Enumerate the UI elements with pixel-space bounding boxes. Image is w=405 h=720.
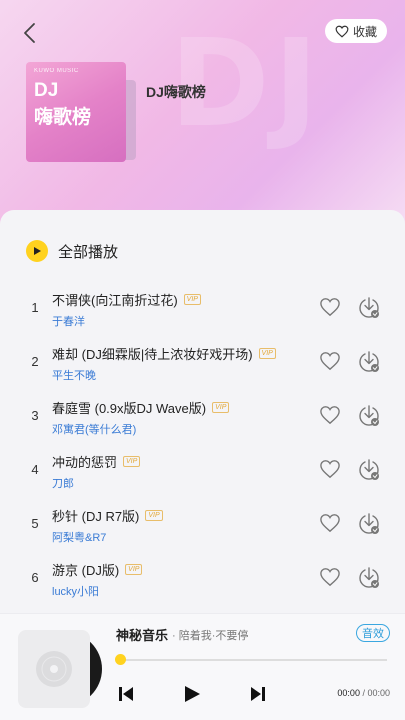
play-icon [185,686,200,702]
cover-title-line2: 嗨歌榜 [34,107,92,128]
play-button[interactable] [182,684,202,704]
vip-badge: VIP [125,564,143,575]
playback-time: 00:00 / 00:00 [337,688,390,698]
song-index: 6 [31,570,39,585]
song-title-row: 游京 (DJ版) VIP [52,560,143,579]
heart-icon [320,406,340,425]
chevron-left-icon [24,23,35,43]
download-button[interactable] [358,350,380,374]
song-title: 秒针 (DJ R7版) [52,509,140,524]
vip-badge: VIP [183,294,201,305]
song-row[interactable]: 2 难却 (DJ细霖版|待上浓妆好戏开场) VIP 平生不晚 [0,336,405,390]
play-circle-icon [26,240,48,262]
skip-previous-icon [119,687,133,701]
song-title-row: 难却 (DJ细霖版|待上浓妆好戏开场) VIP [52,344,276,363]
song-index: 1 [31,300,39,315]
song-artist[interactable]: 阿梨粤&R7 [52,529,106,545]
download-vip-icon [359,567,379,588]
album-art-placeholder [18,630,90,708]
song-title-row: 冲动的惩罚 VIP [52,452,141,471]
song-index: 4 [31,462,39,477]
cover-title-line1: DJ [34,80,59,101]
like-button[interactable] [319,567,341,589]
download-vip-icon [359,459,379,480]
song-row[interactable]: 5 秒针 (DJ R7版) VIP 阿梨粤&R7 [0,498,405,552]
like-button[interactable] [319,297,341,319]
favorite-button[interactable]: 收藏 [324,19,387,43]
vip-badge: VIP [212,402,230,413]
download-vip-icon [359,405,379,426]
download-button[interactable] [358,566,380,590]
song-row[interactable]: 3 春庭雪 (0.9x版DJ Wave版) VIP 邓寓君(等什么君) [0,390,405,444]
song-row[interactable]: 4 冲动的惩罚 VIP 刀郎 [0,444,405,498]
download-button[interactable] [358,296,380,320]
vip-badge: VIP [145,510,163,521]
play-all-label: 全部播放 [58,243,119,261]
like-button[interactable] [319,513,341,535]
like-button[interactable] [319,405,341,427]
now-playing-title: 神秘音乐 [116,628,169,643]
download-vip-icon [359,297,379,318]
song-title: 难却 (DJ细霖版|待上浓妆好戏开场) [52,347,253,362]
now-playing-artist: · 陪着我·不要停 [172,630,249,642]
song-index: 2 [31,354,39,369]
progress-handle[interactable] [115,654,126,665]
song-artist[interactable]: 平生不晚 [52,367,96,383]
download-vip-icon [359,351,379,372]
next-button[interactable] [248,684,268,704]
song-artist[interactable]: 刀郎 [52,475,74,491]
back-button[interactable] [14,18,44,48]
song-title: 春庭雪 (0.9x版DJ Wave版) [52,401,207,416]
song-row[interactable]: 1 不谓侠(向江南折过花) VIP 于春洋 [0,282,405,336]
disc-icon [36,651,72,687]
progress-bar[interactable] [120,659,387,661]
sound-effect-button[interactable]: 音效 [356,624,390,642]
song-artist[interactable]: lucky小阳 [52,583,99,599]
total-time: 00:00 [367,688,390,698]
song-row[interactable]: 6 游京 (DJ版) VIP lucky小阳 [0,552,405,606]
song-index: 5 [31,516,39,531]
song-list-panel: 全部播放 1 不谓侠(向江南折过花) VIP 于春洋 2 难却 (DJ细霖版|待… [0,210,405,620]
heart-icon [320,352,340,371]
song-title: 不谓侠(向江南折过花) [52,293,178,308]
download-button[interactable] [358,404,380,428]
song-title: 冲动的惩罚 [52,455,118,470]
song-artist[interactable]: 邓寓君(等什么君) [52,421,136,437]
current-time: 00:00 [337,688,360,698]
playlist-title: DJ嗨歌榜 [146,84,206,100]
song-artist[interactable]: 于春洋 [52,313,85,329]
download-button[interactable] [358,458,380,482]
mini-player: 神秘音乐 · 陪着我·不要停 音效 00:00 / 00:00 [0,613,405,720]
download-button[interactable] [358,512,380,536]
previous-button[interactable] [116,684,136,704]
heart-icon [320,568,340,587]
heart-icon [320,514,340,533]
like-button[interactable] [319,459,341,481]
song-index: 3 [31,408,39,423]
like-button[interactable] [319,351,341,373]
song-title-row: 春庭雪 (0.9x版DJ Wave版) VIP [52,398,230,417]
favorite-label: 收藏 [352,24,377,39]
vip-badge: VIP [258,348,276,359]
album-disc[interactable] [18,630,103,708]
song-title-row: 不谓侠(向江南折过花) VIP [52,290,201,309]
song-title-row: 秒针 (DJ R7版) VIP [52,506,163,525]
heart-icon [320,298,340,317]
song-title: 游京 (DJ版) [52,563,120,578]
playlist-header: DJ 收藏 KUWO MUSIC DJ 嗨歌榜 DJ嗨歌榜 [0,0,405,230]
play-all-button[interactable]: 全部播放 [26,240,118,262]
cover-art: KUWO MUSIC DJ 嗨歌榜 [26,62,126,162]
skip-next-icon [251,687,265,701]
vip-badge: VIP [123,456,141,467]
heart-icon [320,460,340,479]
download-vip-icon [359,513,379,534]
playlist-cover: KUWO MUSIC DJ 嗨歌榜 [26,62,136,162]
heart-icon [335,25,349,38]
cover-brand: KUWO MUSIC [34,68,79,74]
